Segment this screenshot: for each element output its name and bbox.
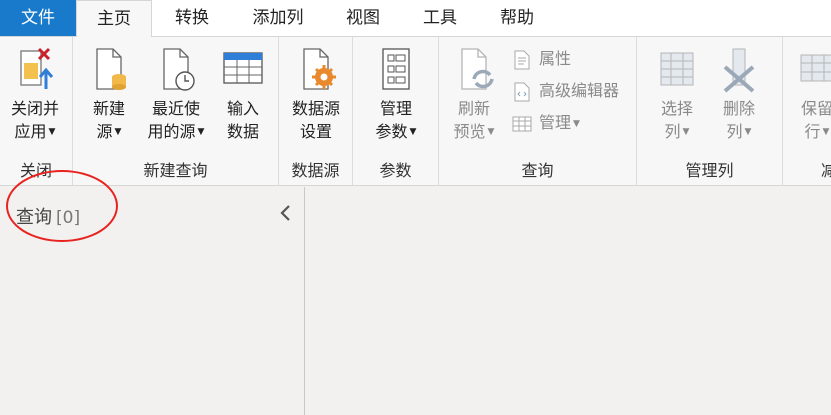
chevron-down-icon: ▼ bbox=[48, 127, 56, 137]
group-reduce-rows-label: 减 bbox=[821, 161, 831, 180]
ribbon-home: 关闭并 应用 ▼ 关闭 新建 源 ▼ 最近使 用的源 ▼ 输入 数据 新建查询 … bbox=[0, 36, 831, 186]
keep-rows-label-line2: 行 bbox=[804, 122, 821, 141]
enter-data-label-line2: 数据 bbox=[226, 122, 259, 141]
close-apply-icon bbox=[20, 47, 54, 89]
group-parameters: 管理 参数 ▼ 参数 bbox=[353, 37, 439, 185]
tab-add-column[interactable]: 添加列 bbox=[232, 0, 324, 36]
properties-button[interactable]: 属性 bbox=[511, 46, 571, 72]
table-grid-icon bbox=[512, 116, 532, 131]
advanced-editor-label: 高级编辑器 bbox=[539, 81, 620, 100]
chevron-down-icon: ▼ bbox=[744, 127, 752, 137]
tab-tools[interactable]: 工具 bbox=[402, 0, 478, 36]
recent-sources-label-line2: 用的源 bbox=[147, 122, 196, 141]
data-source-settings-label-line2: 设置 bbox=[299, 122, 332, 141]
properties-icon bbox=[514, 50, 530, 69]
group-manage-columns: 选择 列 ▼ 删除 列 ▼ 管理列 bbox=[637, 37, 783, 185]
chevron-down-icon: ▼ bbox=[197, 127, 205, 137]
recent-sources-label-line1: 最近使 bbox=[151, 99, 200, 118]
recent-sources-button[interactable]: 最近使 用的源 ▼ bbox=[141, 45, 211, 144]
manage-parameters-button[interactable]: 管理 参数 ▼ bbox=[367, 45, 425, 144]
properties-label: 属性 bbox=[539, 49, 572, 68]
parameters-list-icon bbox=[382, 48, 410, 90]
manage-parameters-label-line2: 参数 bbox=[375, 122, 408, 141]
advanced-editor-button[interactable]: 高级编辑器 bbox=[511, 78, 619, 104]
recent-sources-icon bbox=[163, 48, 195, 91]
keep-rows-icon bbox=[800, 54, 831, 82]
remove-columns-icon bbox=[723, 48, 755, 93]
group-query-label: 查询 bbox=[521, 161, 554, 180]
refresh-icon bbox=[461, 48, 494, 90]
chevron-down-icon: ▼ bbox=[487, 127, 495, 137]
chevron-left-icon[interactable] bbox=[276, 203, 296, 223]
new-source-label-line1: 新建 bbox=[92, 99, 125, 118]
group-manage-columns-label: 管理列 bbox=[685, 161, 734, 180]
table-grid-icon bbox=[223, 52, 263, 84]
chevron-down-icon: ▼ bbox=[409, 127, 417, 137]
settings-gear-icon bbox=[303, 48, 336, 90]
manage-query-button[interactable]: 管理 ▼ bbox=[511, 110, 580, 136]
close-apply-label-line2: 应用 bbox=[14, 122, 47, 141]
enter-data-label-line1: 输入 bbox=[226, 99, 259, 118]
keep-rows-label-line1: 保留 bbox=[800, 99, 831, 118]
group-parameters-label: 参数 bbox=[379, 161, 412, 180]
tab-view[interactable]: 视图 bbox=[324, 0, 402, 36]
annotation-circle bbox=[6, 170, 118, 242]
choose-columns-label-line1: 选择 bbox=[660, 99, 693, 118]
group-reduce-rows: 保留 行 ▼ 减 bbox=[783, 37, 831, 185]
group-new-query-label: 新建查询 bbox=[143, 161, 208, 180]
refresh-preview-label-line2: 预览 bbox=[453, 122, 486, 141]
chevron-down-icon: ▼ bbox=[114, 127, 122, 137]
new-source-label-line2: 源 bbox=[96, 122, 113, 141]
group-data-source-label: 数据源 bbox=[291, 161, 340, 180]
remove-columns-label-line1: 删除 bbox=[722, 99, 755, 118]
choose-columns-button[interactable]: 选择 列 ▼ bbox=[651, 45, 703, 144]
main-preview-area bbox=[306, 187, 831, 415]
new-source-button[interactable]: 新建 源 ▼ bbox=[81, 45, 137, 144]
manage-query-label: 管理 bbox=[539, 113, 572, 132]
chevron-down-icon: ▼ bbox=[822, 127, 830, 137]
tab-home[interactable]: 主页 bbox=[76, 0, 152, 37]
advanced-editor-icon bbox=[514, 82, 530, 101]
data-source-settings-label-line1: 数据源 bbox=[291, 99, 340, 118]
ribbon-tab-bar: 文件 主页 转换 添加列 视图 工具 帮助 bbox=[0, 0, 831, 37]
chevron-down-icon: ▼ bbox=[682, 127, 690, 137]
group-new-query: 新建 源 ▼ 最近使 用的源 ▼ 输入 数据 新建查询 bbox=[73, 37, 279, 185]
tab-help[interactable]: 帮助 bbox=[478, 0, 556, 36]
keep-rows-button[interactable]: 保留 行 ▼ bbox=[791, 45, 831, 144]
new-source-icon bbox=[96, 48, 126, 90]
choose-columns-label-line2: 列 bbox=[664, 122, 681, 141]
refresh-preview-button[interactable]: 刷新 预览 ▼ bbox=[445, 45, 503, 144]
group-data-source: 数据源 设置 数据源 bbox=[279, 37, 353, 185]
tab-file[interactable]: 文件 bbox=[0, 0, 76, 36]
close-and-apply-button[interactable]: 关闭并 应用 ▼ bbox=[2, 45, 68, 144]
chevron-down-icon: ▼ bbox=[573, 118, 580, 129]
refresh-preview-label-line1: 刷新 bbox=[457, 99, 490, 118]
group-close: 关闭并 应用 ▼ 关闭 bbox=[0, 37, 73, 185]
manage-parameters-label-line1: 管理 bbox=[379, 99, 412, 118]
data-source-settings-button[interactable]: 数据源 设置 bbox=[285, 45, 347, 143]
remove-columns-button[interactable]: 删除 列 ▼ bbox=[713, 45, 765, 144]
group-query: 刷新 预览 ▼ 属性 高级编辑器 管理 ▼ 查询 bbox=[439, 37, 637, 185]
close-apply-label-line1: 关闭并 bbox=[10, 99, 59, 118]
choose-columns-icon bbox=[660, 52, 694, 86]
remove-columns-label-line2: 列 bbox=[726, 122, 743, 141]
tab-transform[interactable]: 转换 bbox=[152, 0, 232, 36]
enter-data-button[interactable]: 输入 数据 bbox=[217, 45, 269, 143]
